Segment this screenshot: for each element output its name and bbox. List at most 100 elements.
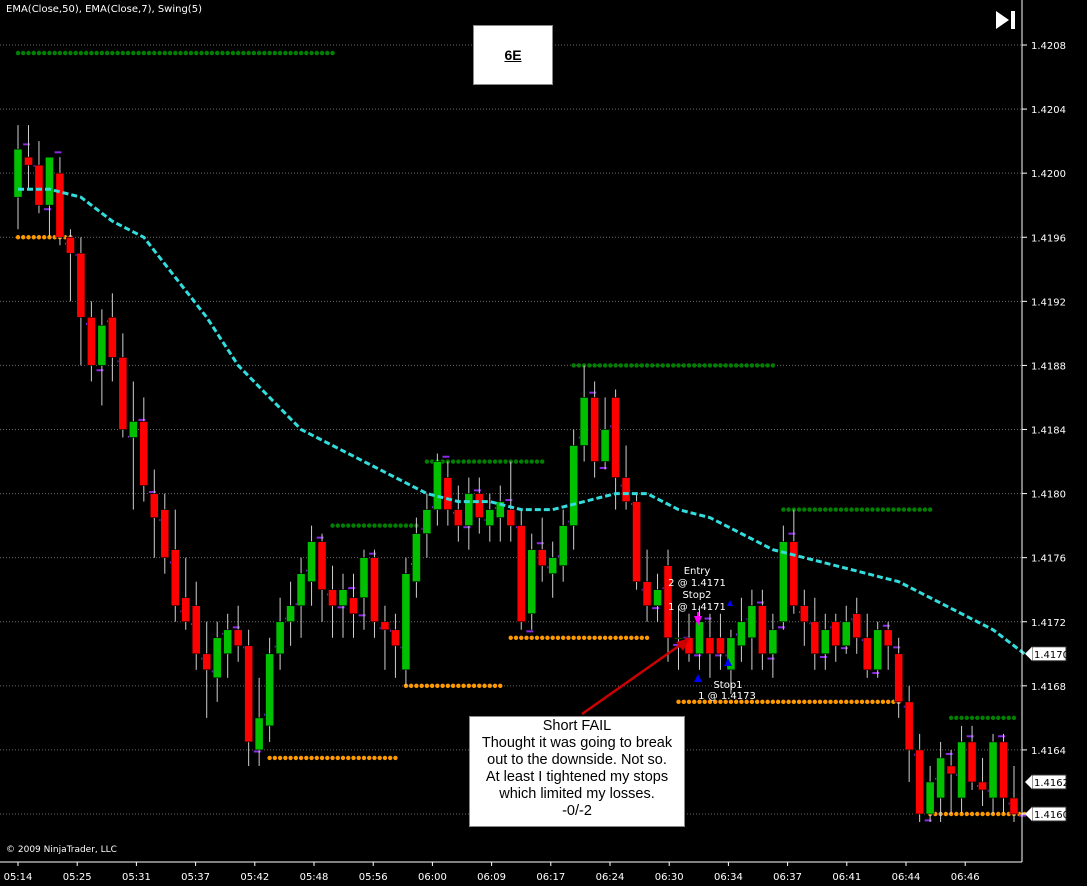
swing-high-dot	[498, 459, 503, 464]
swing-high-dot	[256, 50, 262, 56]
swing-high-dot	[68, 50, 73, 56]
swing-low-dot	[335, 755, 340, 761]
swing-low-dot	[283, 755, 288, 761]
swing-high-dot	[802, 507, 807, 512]
swing-high-dot	[519, 459, 524, 464]
swing-high-dot	[173, 50, 178, 56]
swing-high-dot	[330, 523, 335, 528]
x-tick-label: 06:24	[596, 872, 625, 883]
candle-body	[181, 597, 191, 623]
swing-high-dot	[838, 507, 844, 512]
swing-low-dot	[356, 755, 361, 761]
swing-high-dot	[613, 363, 618, 368]
candle-body	[160, 509, 170, 558]
swing-high-dot	[36, 50, 42, 56]
annotation-title: Short FAIL	[542, 718, 612, 734]
swing-low-dot	[545, 635, 550, 640]
swing-high-dot	[1011, 715, 1017, 721]
swing-high-dot	[178, 50, 183, 56]
swing-low-dot	[330, 755, 335, 761]
candle-body	[34, 164, 44, 206]
swing-high-dot	[146, 50, 152, 56]
swing-high-dot	[990, 715, 996, 721]
swing-high-dot	[634, 363, 639, 368]
swing-high-dot	[42, 50, 47, 56]
swing-high-dot	[592, 363, 597, 368]
swing-high-dot	[241, 50, 246, 56]
candle-body	[412, 533, 421, 582]
swing-high-dot	[906, 507, 912, 512]
swing-low-dot	[870, 699, 875, 705]
annotation-line: Thought it was going to break	[481, 735, 673, 751]
swing-low-dot	[466, 683, 472, 689]
swing-high-dot	[288, 50, 293, 56]
swing-low-dot	[293, 755, 299, 761]
candle-body	[254, 717, 264, 751]
swing-low-dot	[571, 635, 576, 640]
swing-high-dot	[676, 363, 681, 368]
swing-low-dot	[775, 699, 781, 705]
swing-low-dot	[298, 755, 304, 761]
swing-high-dot	[31, 50, 36, 56]
swing-high-dot	[131, 50, 136, 56]
swing-high-dot	[340, 523, 346, 528]
swing-low-dot	[36, 235, 42, 240]
swing-high-dot	[209, 50, 215, 56]
candle-body	[233, 629, 243, 647]
candle-body	[946, 765, 956, 775]
candle-body	[432, 461, 442, 510]
swing-low-dot	[692, 699, 697, 705]
candle-body	[936, 757, 945, 799]
swing-high-dot	[644, 363, 650, 368]
annotation-line: out to the downside. Not so.	[487, 752, 667, 768]
swing-low-dot	[781, 699, 786, 705]
swing-high-dot	[912, 507, 917, 512]
swing-high-dot	[235, 50, 241, 56]
x-tick-label: 06:30	[655, 872, 684, 883]
swing-low-dot	[387, 755, 393, 761]
x-tick-label: 05:25	[63, 872, 92, 883]
swing-low-dot	[812, 699, 817, 705]
candle	[401, 557, 411, 686]
swing-high-dot	[104, 50, 110, 56]
swing-low-dot	[487, 683, 492, 689]
swing-high-dot	[293, 50, 299, 56]
swing-high-dot	[686, 363, 692, 368]
swing-low-dot	[361, 755, 367, 761]
swing-high-dot	[335, 523, 340, 528]
candle-body	[128, 421, 138, 438]
candle-body	[757, 605, 767, 655]
candle-body	[149, 493, 159, 518]
swing-high-dot	[922, 507, 928, 512]
swing-high-dot	[78, 50, 84, 56]
swing-high-dot	[162, 50, 167, 56]
swing-high-dot	[623, 363, 629, 368]
x-tick-label: 06:37	[773, 872, 802, 883]
swing-high-dot	[283, 50, 288, 56]
swing-high-dot	[503, 459, 508, 464]
price-tag-label: 1.4162	[1034, 778, 1069, 789]
y-tick-label: 1.4196	[1031, 233, 1066, 244]
y-tick-label: 1.4208	[1031, 41, 1066, 52]
swing-high-dot	[408, 523, 414, 528]
swing-low-dot	[880, 699, 886, 705]
y-tick-label: 1.4192	[1031, 297, 1066, 308]
swing-low-dot	[450, 683, 456, 689]
stop2-label: Stop2	[682, 590, 711, 601]
swing-low-dot	[865, 699, 870, 705]
skip-to-end-icon[interactable]	[995, 10, 1017, 30]
swing-high-dot	[959, 715, 964, 721]
swing-high-dot	[346, 523, 351, 528]
swing-low-dot	[482, 683, 487, 689]
swing-low-dot	[964, 811, 970, 817]
swing-low-dot	[377, 755, 382, 761]
swing-high-dot	[15, 50, 21, 56]
swing-low-dot	[498, 683, 503, 689]
copyright-text: © 2009 NinjaTrader, LLC	[6, 845, 117, 855]
swing-low-dot	[540, 635, 545, 640]
candle-body	[66, 236, 75, 254]
swing-high-dot	[99, 50, 105, 56]
swing-high-dot	[361, 523, 367, 528]
candle-body	[485, 509, 495, 526]
swing-high-dot	[136, 50, 141, 56]
